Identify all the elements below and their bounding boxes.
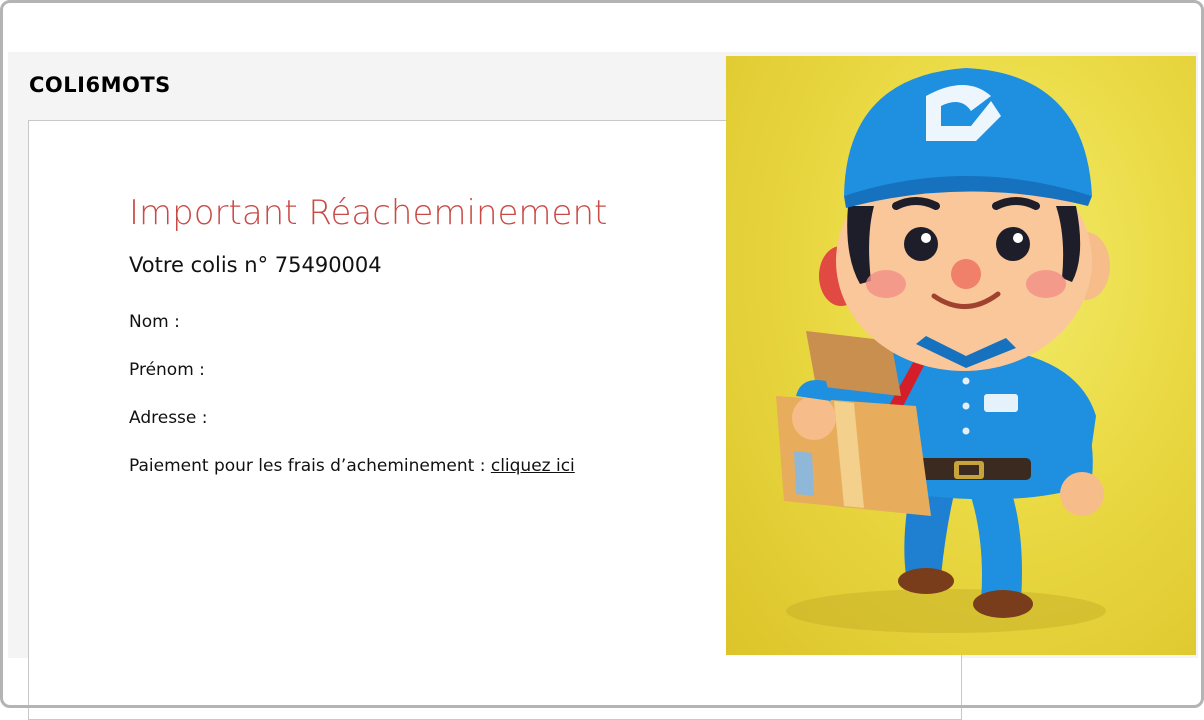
field-nom-label: Nom : [129,312,180,332]
field-prenom-label: Prénom : [129,360,205,380]
field-paiement-label: Paiement pour les frais d’acheminement : [129,456,486,476]
delivery-man-illustration [726,56,1196,655]
payment-link[interactable]: cliquez ici [491,456,575,476]
field-nom: Nom : [129,312,180,332]
field-adresse-label: Adresse : [129,408,208,428]
field-adresse: Adresse : [129,408,208,428]
parcel-number: Votre colis n° 75490004 [129,253,382,277]
field-paiement: Paiement pour les frais d’acheminement :… [129,456,575,476]
page-title: Important Réacheminement [129,193,608,233]
field-prenom: Prénom : [129,360,205,380]
brand-logo: COLI6MOTS [29,73,171,97]
